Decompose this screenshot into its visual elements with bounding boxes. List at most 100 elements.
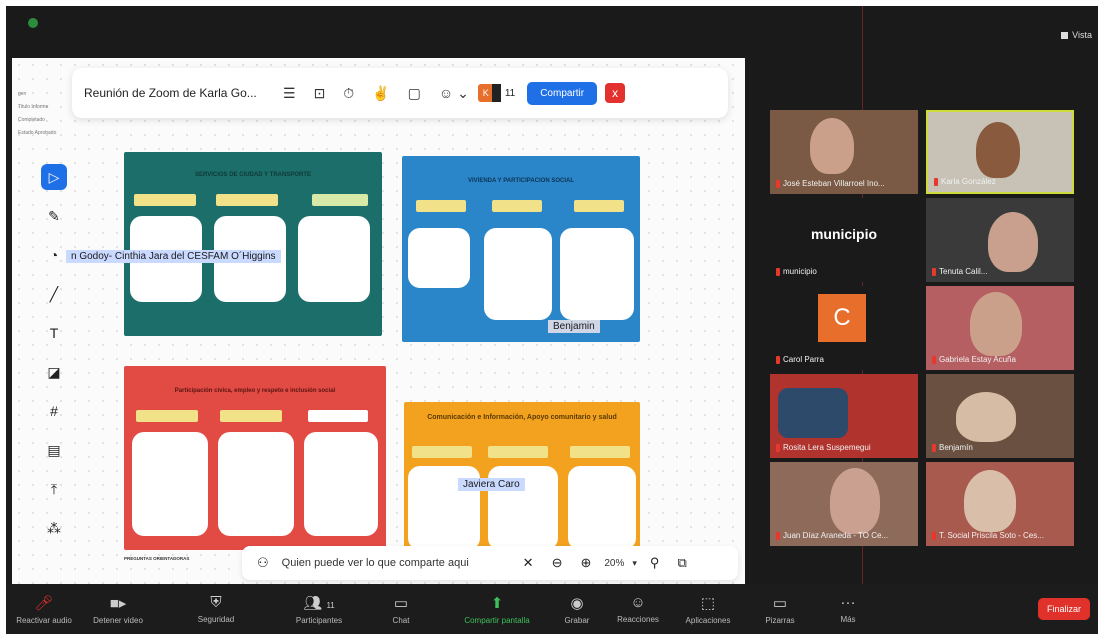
note-box: [132, 432, 208, 536]
avatar-dark: [491, 84, 501, 102]
questions-heading: PREGUNTAS ORIENTADORAS: [124, 556, 190, 561]
video-button[interactable]: ■▸ Detener video: [82, 584, 154, 634]
note-box: [298, 216, 370, 302]
shared-whiteboard[interactable]: gen Titulo Informe Completado Estado Apr…: [12, 58, 745, 586]
timer-icon[interactable]: ⏱: [343, 85, 354, 102]
chevron-down-icon[interactable]: ▾: [632, 558, 637, 569]
end-meeting-button[interactable]: Finalizar: [1037, 598, 1090, 620]
card-participacion[interactable]: Participación cívica, empleo y respeto e…: [124, 366, 386, 550]
mic-muted-icon: [776, 443, 780, 452]
pen-tool-icon[interactable]: ✎: [41, 203, 67, 229]
view-button[interactable]: Vista: [1061, 30, 1092, 40]
comment-icon[interactable]: ▢: [408, 85, 421, 102]
card-title: VIVIENDA Y PARTICIPACION SOCIAL: [467, 178, 574, 184]
whiteboards-button[interactable]: ▭ Pizarras: [742, 584, 818, 634]
card-title: SERVICIOS DE CIUDAD Y TRANSPORTE: [194, 172, 312, 178]
reaction-icon[interactable]: ☺ ⌄: [439, 85, 469, 102]
menu-icon[interactable]: ☰: [283, 85, 296, 102]
participant-video: [970, 292, 1022, 356]
security-button[interactable]: ⛨ Seguridad: [154, 584, 278, 634]
template-tool-icon[interactable]: ▤: [41, 437, 67, 463]
mic-muted-icon: [932, 531, 936, 540]
smile-icon: ☺: [630, 594, 646, 611]
mic-muted-icon: 🎤︎: [34, 594, 54, 612]
frame-tool-icon[interactable]: #: [41, 398, 67, 424]
record-button[interactable]: ◉ Grabar: [552, 584, 602, 634]
participant-name: Juan Díaz Araneda - TO Ce...: [776, 531, 888, 540]
zoom-window: Vista gen Titulo Informe Completado Esta…: [6, 6, 1098, 634]
video-tile[interactable]: Rosita Lera Suspemegui: [770, 374, 918, 458]
video-tile[interactable]: T. Social Priscila Soto - Ces...: [926, 462, 1074, 546]
video-tile[interactable]: Gabriela Estay Acuña: [926, 286, 1074, 370]
participant-name: municipio: [776, 267, 817, 276]
mic-muted-icon: [776, 355, 780, 364]
video-tile[interactable]: municipio municipio: [770, 198, 918, 282]
audio-button[interactable]: 🎤︎ Reactivar audio: [6, 584, 82, 634]
vote-icon[interactable]: ✌: [372, 85, 389, 102]
video-tile[interactable]: Tenuta Calil...: [926, 198, 1074, 282]
mic-muted-icon: [776, 531, 780, 540]
export-icon[interactable]: ⧉: [677, 555, 686, 571]
side-info-line: Estado Aprobado: [18, 130, 57, 136]
apps-button[interactable]: ⬚ Aplicaciones: [674, 584, 742, 634]
minimap-icon[interactable]: ⚲: [650, 555, 660, 571]
video-tile-active-speaker[interactable]: Karla González: [926, 110, 1074, 194]
text-tool-icon[interactable]: T: [41, 320, 67, 346]
meeting-topbar: Reunión de Zoom de Karla Go... ☰ ⊡ ⏱ ✌ ▢…: [72, 68, 728, 118]
card-label: [492, 200, 542, 212]
share-screen-label: Compartir pantalla: [464, 615, 530, 625]
shapes-tool-icon[interactable]: ◔: [41, 242, 67, 268]
cursor-label-godoy: n Godoy- Cinthia Jara del CESFAM O´Higgi…: [66, 250, 281, 263]
visibility-question[interactable]: Quien puede ver lo que comparte aqui: [282, 557, 510, 569]
note-box: [484, 228, 552, 320]
zoom-out-icon[interactable]: ⊖: [552, 555, 563, 571]
participant-name: Karla González: [934, 177, 996, 186]
video-tile[interactable]: Benjamín: [926, 374, 1074, 458]
record-label: Grabar: [564, 615, 590, 625]
close-icon[interactable]: ✕: [523, 555, 534, 571]
zoom-in-icon[interactable]: ⊕: [580, 555, 591, 571]
card-label: [416, 200, 466, 212]
video-tile[interactable]: Juan Díaz Araneda - TO Ce...: [770, 462, 918, 546]
card-label: [220, 410, 282, 422]
more-tools-icon[interactable]: ⁂: [41, 515, 67, 541]
card-vivienda[interactable]: VIVIENDA Y PARTICIPACION SOCIAL: [402, 156, 640, 342]
share-screen-button[interactable]: ⬆ Compartir pantalla: [442, 584, 552, 634]
card-title: Comunicación e Información, Apoyo comuni…: [427, 414, 617, 421]
line-tool-icon[interactable]: ╱: [41, 281, 67, 307]
more-label: Más: [840, 615, 856, 624]
close-button[interactable]: x: [605, 83, 626, 103]
participant-name: T. Social Priscila Soto - Ces...: [932, 531, 1044, 540]
upload-icon[interactable]: ⤒: [41, 476, 67, 502]
participant-video: [810, 118, 854, 174]
people-icon: ⚇: [257, 555, 269, 570]
participant-name: José Esteban Villarroel Ino...: [776, 179, 885, 188]
participants-button[interactable]: 👥︎ 11 Participantes: [278, 584, 360, 634]
mic-muted-icon: [776, 179, 780, 188]
zoom-level[interactable]: 20%: [604, 558, 624, 569]
card-comunicacion[interactable]: Comunicación e Información, Apoyo comuni…: [404, 402, 640, 550]
sticky-note-icon[interactable]: ◪: [41, 359, 67, 385]
participants-label: Participantes: [295, 615, 343, 625]
more-button[interactable]: ··· Más: [818, 584, 878, 634]
select-tool-icon[interactable]: ▷: [41, 164, 67, 190]
share-button[interactable]: Compartir: [527, 81, 598, 105]
card-label: [308, 410, 368, 422]
audio-label: Reactivar audio: [16, 615, 72, 625]
people-icon: 👥︎ 11: [303, 594, 335, 612]
participant-video: [976, 122, 1020, 178]
video-tile[interactable]: C Carol Parra: [770, 286, 918, 370]
video-tile[interactable]: José Esteban Villarroel Ino...: [770, 110, 918, 194]
reactions-button[interactable]: ☺ Reacciones: [602, 584, 674, 634]
participant-name: Benjamín: [932, 443, 973, 452]
chat-button[interactable]: ▭ Chat: [360, 584, 442, 634]
participant-video: [956, 392, 1016, 442]
avatar: C: [818, 294, 866, 342]
card-transporte[interactable]: SERVICIOS DE CIUDAD Y TRANSPORTE: [124, 152, 382, 336]
apps-icon: ⬚: [700, 594, 716, 612]
whiteboard-icon: ▭: [772, 594, 788, 612]
card-label: [488, 446, 548, 458]
present-icon[interactable]: ⊡: [314, 85, 326, 102]
shield-icon: ⛨: [210, 594, 222, 611]
note-box: [568, 466, 636, 550]
